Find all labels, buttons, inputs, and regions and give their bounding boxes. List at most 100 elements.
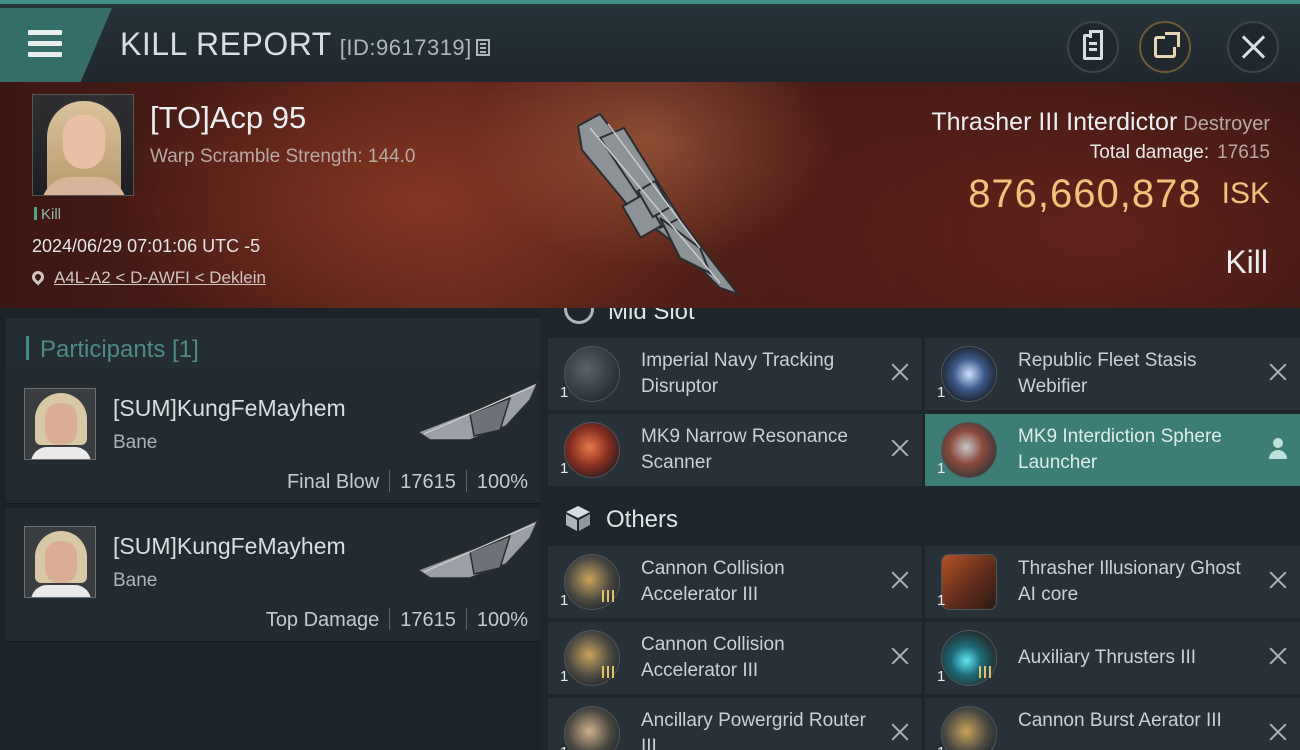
participant-role: Final Blow (286, 471, 380, 493)
item-name: MK9 Narrow Resonance Scanner (641, 426, 848, 473)
close-icon (1240, 34, 1266, 60)
participant-ship-image (416, 518, 540, 579)
participant-ship: Bane (113, 570, 158, 591)
participant-ship: Bane (113, 432, 158, 453)
item-name: Ancillary Powergrid Router III (641, 710, 866, 750)
item-quantity: 1 (560, 744, 568, 750)
item-quantity: 1 (937, 668, 946, 685)
item-quantity: 1 (560, 460, 569, 477)
item-name: Republic Fleet Stasis Webifier (1018, 350, 1197, 397)
others-header: Others (564, 504, 678, 534)
cube-icon (566, 506, 590, 531)
victim-name[interactable]: [TO]Acp 95 (150, 100, 306, 136)
copy-icon[interactable] (475, 39, 490, 56)
participant-name: [SUM]KungFeMayhem (113, 533, 346, 559)
isk-unit: ISK (1221, 177, 1270, 210)
victim-ship-image (576, 112, 741, 296)
destroyed-icon (1268, 722, 1288, 742)
destroyed-icon (890, 722, 910, 742)
item-quantity: 1 (560, 592, 569, 609)
victim-banner: [TO]Acp 95 Warp Scramble Strength: 144.0… (0, 82, 1300, 308)
module-item[interactable]: 1 Cannon Collision Accelerator III (548, 546, 922, 618)
item-quantity: 1 (560, 384, 569, 401)
result-label: Kill (1225, 244, 1268, 280)
clipboard-icon (1083, 30, 1103, 60)
module-item[interactable]: 1 Cannon Collision Accelerator III (548, 622, 922, 694)
participant-card[interactable]: [SUM]KungFeMayhem Bane Final Blow 17615 10… (6, 370, 540, 504)
others-title: Others (606, 506, 679, 533)
item-quantity: 1 (937, 384, 946, 401)
victim-avatar[interactable] (32, 94, 134, 196)
module-item[interactable]: 1 Thrasher Illusionary Ghost AI core (925, 546, 1300, 618)
victim-ship-name[interactable]: Thrasher III Interdictor Destroyer (931, 108, 1270, 137)
item-quantity: 1 (560, 668, 569, 685)
menu-button[interactable] (0, 8, 112, 82)
top-bar: KILL REPORT [ID:9617319] (0, 0, 1300, 82)
participant-stats: Final Blow 17615 100% (287, 470, 528, 494)
participants-header: Participants [1] (6, 318, 540, 374)
participant-percent: 100% (476, 609, 528, 631)
module-item-selected[interactable]: 1 MK9 Interdiction Sphere Launcher (925, 414, 1300, 486)
mid-slot-title: Mid Slot (608, 308, 695, 325)
participant-avatar[interactable] (24, 526, 96, 598)
powergrid-router-icon (564, 706, 620, 750)
burst-aerator-icon (941, 706, 997, 750)
participant-damage: 17615 (400, 471, 456, 493)
participant-name: [SUM]KungFeMayhem (113, 395, 346, 421)
participant-card[interactable]: [SUM]KungFeMayhem Bane Top Damage 17615 10… (6, 508, 540, 642)
participant-damage: 17615 (400, 609, 456, 631)
title-text: KILL REPORT (120, 26, 332, 62)
module-item[interactable]: 1 MK9 Narrow Resonance Scanner (548, 414, 922, 486)
isk-amount: 876,660,878 (968, 172, 1202, 216)
clipboard-button[interactable] (1067, 21, 1119, 73)
item-quantity: 1 (937, 744, 945, 750)
participant-stats: Top Damage 17615 100% (266, 608, 528, 632)
participants-panel: Participants [1] [SUM]KungFeMayhem Bane … (0, 308, 540, 750)
close-button[interactable] (1227, 21, 1279, 73)
stasis-webifier-icon (941, 346, 997, 402)
tracking-disruptor-icon (564, 346, 620, 402)
destroyed-icon (890, 646, 910, 666)
total-damage: Total damage: 17615 (1090, 142, 1270, 164)
item-name: Auxiliary Thrusters III (1018, 647, 1197, 668)
destroyed-icon (1268, 362, 1288, 382)
item-quantity: 1 (937, 592, 946, 609)
mid-slot-header: Mid Slot (564, 308, 695, 326)
isk-value: 876,660,878 ISK (968, 172, 1270, 217)
item-name: MK9 Interdiction Sphere Launcher (1018, 426, 1222, 473)
ship-class: Destroyer (1183, 113, 1270, 135)
destroyed-icon (890, 570, 910, 590)
item-name: Imperial Navy Tracking Disruptor (641, 350, 835, 397)
module-item[interactable]: 1 Imperial Navy Tracking Disruptor (548, 338, 922, 410)
kill-tag: Kill (34, 206, 61, 223)
location-pin-icon (29, 268, 47, 286)
participant-role: Top Damage (265, 609, 380, 631)
total-damage-label: Total damage: (1089, 142, 1210, 163)
module-item[interactable]: 1 Cannon Burst Aerator III (925, 698, 1300, 750)
module-item[interactable]: 1 Auxiliary Thrusters III (925, 622, 1300, 694)
mid-slot-icon (564, 308, 594, 324)
share-icon (1154, 32, 1180, 58)
item-name: Thrasher Illusionary Ghost AI core (1018, 558, 1241, 605)
ghost-ai-core-icon (941, 554, 997, 610)
fitting-panel: Mid Slot 1 Imperial Navy Tracking Disrup… (540, 308, 1300, 750)
resonance-scanner-icon (564, 422, 620, 478)
location-link[interactable]: A4L-A2 < D-AWFI < Deklein (54, 268, 266, 287)
item-name: Cannon Collision Accelerator III (641, 634, 785, 681)
participant-avatar[interactable] (24, 388, 96, 460)
person-icon[interactable] (1268, 438, 1288, 460)
destroyed-icon (890, 362, 910, 382)
sphere-launcher-icon (941, 422, 997, 478)
item-quantity: 1 (937, 460, 946, 477)
kill-datetime: 2024/06/29 07:01:06 UTC -5 (32, 236, 261, 256)
participant-percent: 100% (476, 471, 528, 493)
module-item[interactable]: 1 Ancillary Powergrid Router III (548, 698, 922, 750)
participant-ship-image (416, 380, 540, 441)
share-button[interactable] (1139, 21, 1191, 73)
kill-location[interactable]: A4L-A2 < D-AWFI < Deklein (29, 268, 266, 288)
destroyed-icon (1268, 646, 1288, 666)
module-item[interactable]: 1 Republic Fleet Stasis Webifier (925, 338, 1300, 410)
warp-scramble-strength: Warp Scramble Strength: 144.0 (150, 146, 416, 167)
ship-name-text: Thrasher III Interdictor (931, 108, 1178, 136)
item-name: Cannon Burst Aerator III (1018, 710, 1222, 731)
